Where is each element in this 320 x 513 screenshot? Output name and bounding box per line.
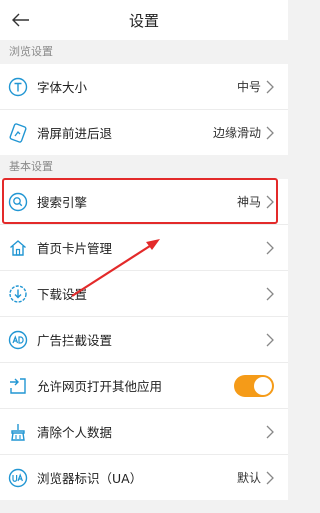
clear-data-row[interactable]: 清除个人数据	[0, 408, 288, 454]
allow-open-apps-row: 允许网页打开其他应用	[0, 362, 288, 408]
section-browse-label: 浏览设置	[0, 40, 288, 64]
swipe-nav-label: 滑屏前进后退	[37, 126, 113, 141]
ad-block-label: 广告拦截设置	[37, 333, 113, 348]
homepage-cards-row[interactable]: 首页卡片管理	[0, 224, 288, 270]
user-agent-label: 浏览器标识（UA）	[37, 471, 143, 486]
chevron-right-icon	[264, 333, 276, 347]
open-app-icon	[8, 376, 28, 396]
chevron-right-icon	[264, 241, 276, 255]
ua-icon	[8, 468, 28, 488]
font-size-value: 中号	[236, 80, 261, 94]
font-size-label: 字体大小	[37, 80, 88, 95]
font-t-icon	[8, 77, 28, 97]
back-button[interactable]	[8, 8, 34, 32]
allow-open-apps-label: 允许网页打开其他应用	[37, 379, 163, 394]
homepage-cards-label: 首页卡片管理	[37, 241, 113, 256]
chevron-right-icon	[264, 287, 276, 301]
clear-data-label: 清除个人数据	[37, 425, 113, 440]
ad-block-row[interactable]: 广告拦截设置	[0, 316, 288, 362]
download-gear-icon	[8, 284, 28, 304]
user-agent-value: 默认	[236, 471, 261, 485]
broom-icon	[8, 422, 28, 442]
user-agent-row[interactable]: 浏览器标识（UA） 默认	[0, 454, 288, 500]
ad-block-icon	[8, 330, 28, 350]
section-basic-label: 基本设置	[0, 155, 288, 179]
home-icon	[8, 238, 28, 258]
download-settings-row[interactable]: 下载设置	[0, 270, 288, 316]
search-engine-row[interactable]: 搜索引擎 神马	[0, 179, 288, 224]
chevron-right-icon	[264, 195, 276, 209]
chevron-right-icon	[264, 471, 276, 485]
top-bar: 设置	[0, 0, 288, 40]
chevron-right-icon	[264, 80, 276, 94]
font-size-row[interactable]: 字体大小 中号	[0, 64, 288, 109]
swipe-nav-value: 边缘滑动	[212, 126, 261, 140]
allow-open-apps-toggle[interactable]	[234, 374, 274, 397]
chevron-right-icon	[264, 126, 276, 140]
back-arrow-icon	[12, 13, 29, 27]
swipe-nav-row[interactable]: 滑屏前进后退 边缘滑动	[0, 109, 288, 155]
search-engine-value: 神马	[236, 195, 261, 209]
chevron-right-icon	[264, 425, 276, 439]
page-title: 设置	[128, 11, 159, 30]
toggle-knob	[254, 376, 272, 395]
swipe-hand-icon	[8, 122, 28, 143]
search-icon	[8, 192, 28, 212]
search-engine-label: 搜索引擎	[37, 195, 88, 210]
download-settings-label: 下载设置	[37, 287, 88, 302]
